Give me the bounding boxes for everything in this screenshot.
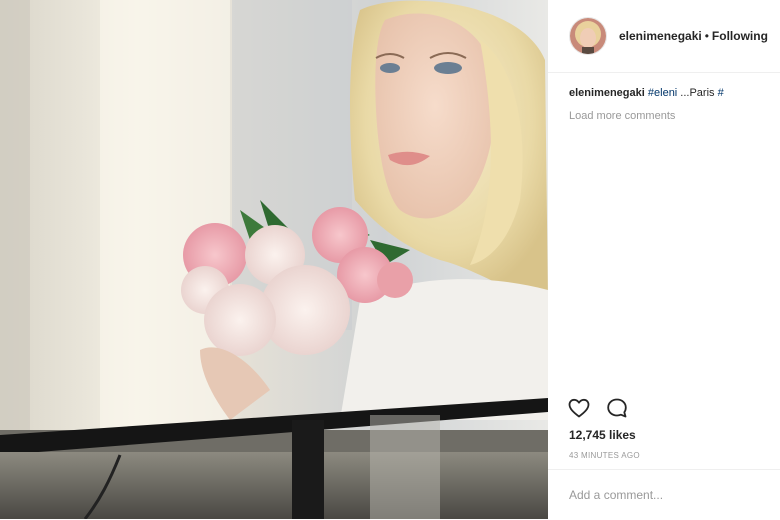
caption-hashtag[interactable]: #eleni <box>648 87 677 99</box>
heart-icon[interactable] <box>567 396 591 420</box>
comment-icon[interactable] <box>605 396 629 420</box>
post-caption: elenimenegaki #eleni ...Paris # <box>569 87 724 99</box>
post-photo[interactable] <box>0 0 548 519</box>
comment-bar <box>548 469 780 520</box>
header-username[interactable]: elenimenegaki <box>619 29 702 43</box>
caption-hashtag-2[interactable]: # <box>718 87 724 99</box>
header-separator: • <box>704 29 709 43</box>
post-actions <box>567 396 629 420</box>
post-timestamp: 43 MINUTES AGO <box>569 451 640 460</box>
likes-count[interactable]: 12,745 likes <box>569 428 636 442</box>
header-text: elenimenegaki • Following <box>619 29 768 43</box>
load-more-comments-link[interactable]: Load more comments <box>569 110 675 122</box>
avatar[interactable] <box>569 17 607 55</box>
post-sidebar: elenimenegaki • Following elenimenegaki #e… <box>548 0 780 519</box>
caption-text: ...Paris <box>677 87 718 99</box>
post-header: elenimenegaki • Following <box>548 0 780 73</box>
add-comment-input[interactable] <box>569 484 759 506</box>
avatar-image <box>570 18 606 54</box>
photo-image <box>0 0 548 519</box>
following-button[interactable]: Following <box>712 29 768 43</box>
caption-username[interactable]: elenimenegaki <box>569 87 645 99</box>
